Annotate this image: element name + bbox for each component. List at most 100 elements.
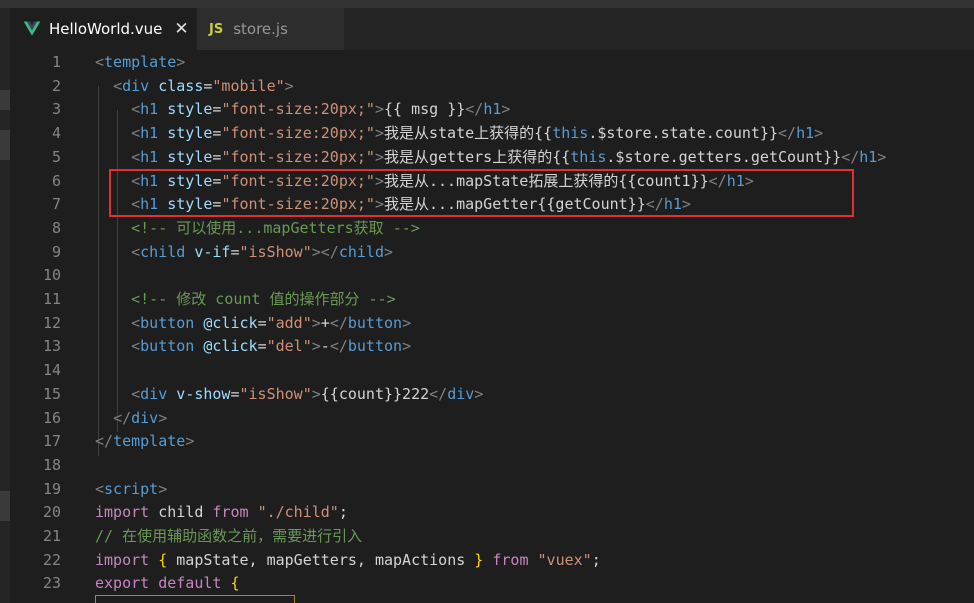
code-token: h1 <box>663 195 682 214</box>
code-token: v-if <box>194 242 231 261</box>
code-token: h1 <box>140 171 159 190</box>
code-token: > <box>374 100 384 119</box>
code-token: < <box>131 313 141 332</box>
code-token: button <box>347 313 403 332</box>
bracket-match-outline <box>95 595 295 603</box>
code-token: </ <box>329 337 348 356</box>
code-token: < <box>95 479 105 498</box>
code-line[interactable]: 2 <div class="mobile"> <box>10 75 974 99</box>
line-number: 19 <box>42 479 61 498</box>
code-line[interactable]: 12 <button @click="add">+</button> <box>10 312 974 336</box>
code-token: @click <box>203 313 258 332</box>
code-token: < <box>131 337 141 356</box>
code-token: > <box>284 76 294 95</box>
code-line[interactable]: 15 <div v-show="isShow">{{count}}222</di… <box>10 383 974 407</box>
code-token: } <box>474 550 484 569</box>
code-token: child <box>338 242 384 261</box>
activity-marker <box>0 130 10 160</box>
code-token: < <box>131 195 141 214</box>
code-text: </div> <box>95 407 167 431</box>
line-number: 10 <box>42 266 61 285</box>
code-line[interactable]: 1 <template> <box>10 51 974 75</box>
close-icon[interactable]: ✕ <box>174 19 188 39</box>
code-token: .$store.getters.getCount}} <box>606 147 842 166</box>
code-token: style <box>167 171 213 190</box>
code-token: ; <box>591 550 601 569</box>
code-token: = <box>257 337 267 356</box>
code-token: > <box>384 242 394 261</box>
code-token: h1 <box>859 147 878 166</box>
code-line[interactable]: 17 </template> <box>10 430 974 454</box>
code-token: - <box>320 337 330 356</box>
code-line[interactable]: 10 <box>10 264 974 288</box>
code-token: // 在使用辅助函数之前，需要进行引入 <box>95 527 363 545</box>
code-line[interactable]: 22 import { mapState, mapGetters, mapActi… <box>10 549 974 573</box>
line-number: 6 <box>51 171 61 190</box>
code-token: "font-size:20px;" <box>221 171 375 190</box>
tab-store-js[interactable]: JS store.js <box>197 8 344 50</box>
code-token: export <box>95 574 150 593</box>
code-token: </ <box>841 147 860 166</box>
code-editor[interactable]: 1 <template> 2 <div class="mobile"> 3 <h1 s… <box>10 50 974 603</box>
code-token: h1 <box>796 124 815 143</box>
code-token: style <box>167 124 213 143</box>
code-token: template <box>104 53 177 71</box>
code-token: > <box>311 384 321 403</box>
line-number: 11 <box>42 290 61 308</box>
code-token: 我是从...mapGetter{{getCount}} <box>384 195 646 214</box>
code-token: </ <box>465 100 484 119</box>
line-number: 4 <box>51 124 61 143</box>
code-line[interactable]: 8 <!-- 可以使用...mapGetters获取 --> <box>10 217 974 241</box>
code-token: button <box>347 337 403 356</box>
code-token: div <box>131 408 159 427</box>
activity-bar-edge <box>0 8 10 603</box>
code-line[interactable]: 21 // 在使用辅助函数之前，需要进行引入 <box>10 525 974 549</box>
code-token: child <box>140 242 186 261</box>
code-token: child <box>149 503 213 522</box>
line-number: 14 <box>42 361 61 380</box>
code-text: <h1 style="font-size:20px;">我是从...mapGet… <box>95 193 691 217</box>
code-text: <!-- 可以使用...mapGetters获取 --> <box>95 217 420 241</box>
code-token: = <box>230 242 240 261</box>
code-line[interactable]: 6 <h1 style="font-size:20px;">我是从...mapS… <box>10 170 974 194</box>
code-token: ; <box>338 503 348 522</box>
code-token: style <box>167 100 213 119</box>
code-line[interactable]: 20 import child from "./child"; <box>10 501 974 525</box>
code-line[interactable]: 9 <child v-if="isShow"></child> <box>10 241 974 265</box>
code-line[interactable]: 3 <h1 style="font-size:20px;">{{ msg }}<… <box>10 98 974 122</box>
code-token: template <box>113 432 186 451</box>
code-line[interactable]: 18 <box>10 454 974 478</box>
line-number: 9 <box>51 242 61 261</box>
code-text: <button @click="add">+</button> <box>95 312 411 336</box>
code-line[interactable]: 5 <h1 style="font-size:20px;">我是从getters… <box>10 146 974 170</box>
code-line[interactable]: 14 <box>10 359 974 383</box>
code-line[interactable]: 19 <script> <box>10 478 974 502</box>
code-token: button <box>140 337 195 356</box>
code-line[interactable]: 11 <!-- 修改 count 值的操作部分 --> <box>10 288 974 312</box>
code-token: "font-size:20px;" <box>221 195 375 214</box>
code-line[interactable]: 4 <h1 style="font-size:20px;">我是从state上获… <box>10 122 974 146</box>
code-token: <!-- 可以使用...mapGetters获取 --> <box>131 218 420 237</box>
code-token: > <box>374 195 384 214</box>
code-text: <h1 style="font-size:20px;">我是从...mapSta… <box>95 170 754 194</box>
code-token: ></ <box>311 242 339 261</box>
code-line[interactable]: 7 <h1 style="font-size:20px;">我是从...mapG… <box>10 193 974 217</box>
code-token: this <box>552 124 589 143</box>
code-line[interactable]: 13 <button @click="del">-</button> <box>10 335 974 359</box>
line-number: 18 <box>42 455 61 474</box>
code-token: <!-- 修改 count 值的操作部分 --> <box>131 290 396 308</box>
code-token: < <box>131 242 141 261</box>
code-line[interactable]: 23 export default { <box>10 572 974 596</box>
code-line[interactable]: 16 </div> <box>10 407 974 431</box>
line-number: 12 <box>42 313 61 332</box>
tab-helloworld-vue[interactable]: HelloWorld.vue ✕ <box>10 8 196 50</box>
